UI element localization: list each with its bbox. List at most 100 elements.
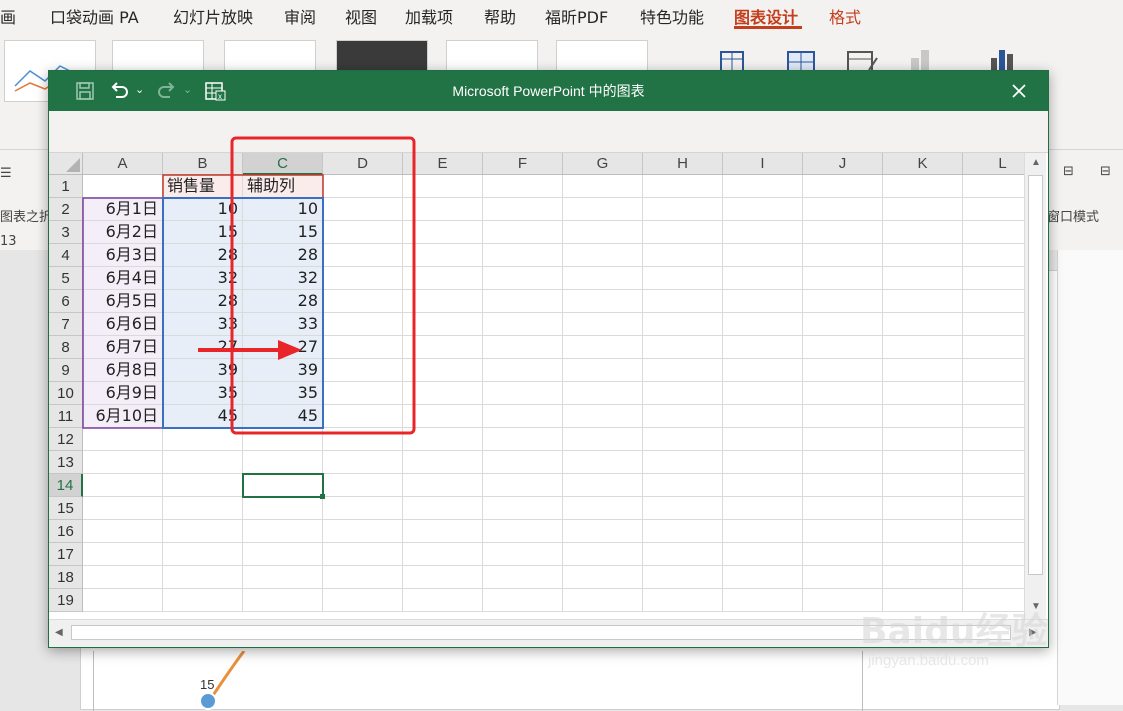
cell-b18[interactable]	[163, 566, 243, 589]
cell-d14[interactable]	[323, 474, 403, 497]
cell-j6[interactable]	[803, 290, 883, 313]
cell-f5[interactable]	[483, 267, 563, 290]
cell-h18[interactable]	[643, 566, 723, 589]
tab-chart-design[interactable]: 图表设计	[734, 4, 798, 28]
cell-e14[interactable]	[403, 474, 483, 497]
cell-f17[interactable]	[483, 543, 563, 566]
row-header-9[interactable]: 9	[49, 359, 83, 382]
cell-b16[interactable]	[163, 520, 243, 543]
cell-b14[interactable]	[163, 474, 243, 497]
cell-a10[interactable]: 6月9日	[83, 382, 163, 405]
cell-f7[interactable]	[483, 313, 563, 336]
cell-i1[interactable]	[723, 175, 803, 198]
cell-a18[interactable]	[83, 566, 163, 589]
cell-e10[interactable]	[403, 382, 483, 405]
cell-b13[interactable]	[163, 451, 243, 474]
cell-g5[interactable]	[563, 267, 643, 290]
tab-help[interactable]: 帮助	[484, 4, 516, 28]
cell-b5[interactable]: 32	[163, 267, 243, 290]
cell-g2[interactable]	[563, 198, 643, 221]
cell-c17[interactable]	[243, 543, 323, 566]
cell-k9[interactable]	[883, 359, 963, 382]
cell-e1[interactable]	[403, 175, 483, 198]
cell-k6[interactable]	[883, 290, 963, 313]
cell-a14[interactable]	[83, 474, 163, 497]
cell-e6[interactable]	[403, 290, 483, 313]
cell-f19[interactable]	[483, 589, 563, 612]
cell-a3[interactable]: 6月2日	[83, 221, 163, 244]
cell-e5[interactable]	[403, 267, 483, 290]
tab-draw[interactable]: 画	[0, 4, 16, 28]
cell-j4[interactable]	[803, 244, 883, 267]
cell-j9[interactable]	[803, 359, 883, 382]
cell-a19[interactable]	[83, 589, 163, 612]
cell-a12[interactable]	[83, 428, 163, 451]
cell-d6[interactable]	[323, 290, 403, 313]
column-header-d[interactable]: D	[323, 153, 403, 175]
cell-c2[interactable]: 10	[243, 198, 323, 221]
cell-c5[interactable]: 32	[243, 267, 323, 290]
cell-j5[interactable]	[803, 267, 883, 290]
cell-g7[interactable]	[563, 313, 643, 336]
close-icon[interactable]	[1007, 79, 1031, 103]
tab-slide-show[interactable]: 幻灯片放映	[173, 4, 253, 28]
tab-format[interactable]: 格式	[829, 4, 861, 28]
row-header-12[interactable]: 12	[49, 428, 83, 451]
cell-h10[interactable]	[643, 382, 723, 405]
row-header-13[interactable]: 13	[49, 451, 83, 474]
cell-i14[interactable]	[723, 474, 803, 497]
cell-h19[interactable]	[643, 589, 723, 612]
cell-c8[interactable]: 27	[243, 336, 323, 359]
cell-k5[interactable]	[883, 267, 963, 290]
cell-k1[interactable]	[883, 175, 963, 198]
cell-f4[interactable]	[483, 244, 563, 267]
cell-f13[interactable]	[483, 451, 563, 474]
cell-k14[interactable]	[883, 474, 963, 497]
cell-a13[interactable]	[83, 451, 163, 474]
cell-b12[interactable]	[163, 428, 243, 451]
cell-b15[interactable]	[163, 497, 243, 520]
cell-g10[interactable]	[563, 382, 643, 405]
column-header-g[interactable]: G	[563, 153, 643, 175]
cell-g11[interactable]	[563, 405, 643, 428]
align-icon[interactable]: ⊟	[1063, 164, 1074, 179]
cell-j14[interactable]	[803, 474, 883, 497]
cell-g3[interactable]	[563, 221, 643, 244]
scroll-left-icon[interactable]: ◀	[55, 627, 63, 638]
cell-g14[interactable]	[563, 474, 643, 497]
cell-f3[interactable]	[483, 221, 563, 244]
cell-e12[interactable]	[403, 428, 483, 451]
cell-b8[interactable]: 27	[163, 336, 243, 359]
cell-j16[interactable]	[803, 520, 883, 543]
cell-k7[interactable]	[883, 313, 963, 336]
cell-g9[interactable]	[563, 359, 643, 382]
cell-j3[interactable]	[803, 221, 883, 244]
cell-i12[interactable]	[723, 428, 803, 451]
cell-b10[interactable]: 35	[163, 382, 243, 405]
cell-d12[interactable]	[323, 428, 403, 451]
cell-h16[interactable]	[643, 520, 723, 543]
cell-d15[interactable]	[323, 497, 403, 520]
column-header-a[interactable]: A	[83, 153, 163, 175]
cell-g13[interactable]	[563, 451, 643, 474]
cell-h11[interactable]	[643, 405, 723, 428]
cell-i2[interactable]	[723, 198, 803, 221]
tab-pocket-animation[interactable]: 口袋动画 PA	[50, 4, 139, 28]
cell-j7[interactable]	[803, 313, 883, 336]
cell-k13[interactable]	[883, 451, 963, 474]
window-titlebar[interactable]: ⌄ ⌄ x Microsoft PowerPoint 中的图表	[49, 71, 1048, 111]
row-header-10[interactable]: 10	[49, 382, 83, 405]
cell-k12[interactable]	[883, 428, 963, 451]
row-header-16[interactable]: 16	[49, 520, 83, 543]
cell-e11[interactable]	[403, 405, 483, 428]
cell-i13[interactable]	[723, 451, 803, 474]
cell-b19[interactable]	[163, 589, 243, 612]
cell-h15[interactable]	[643, 497, 723, 520]
cell-i3[interactable]	[723, 221, 803, 244]
cell-h5[interactable]	[643, 267, 723, 290]
cell-k17[interactable]	[883, 543, 963, 566]
row-header-6[interactable]: 6	[49, 290, 83, 313]
cell-c15[interactable]	[243, 497, 323, 520]
cell-d10[interactable]	[323, 382, 403, 405]
cell-f12[interactable]	[483, 428, 563, 451]
